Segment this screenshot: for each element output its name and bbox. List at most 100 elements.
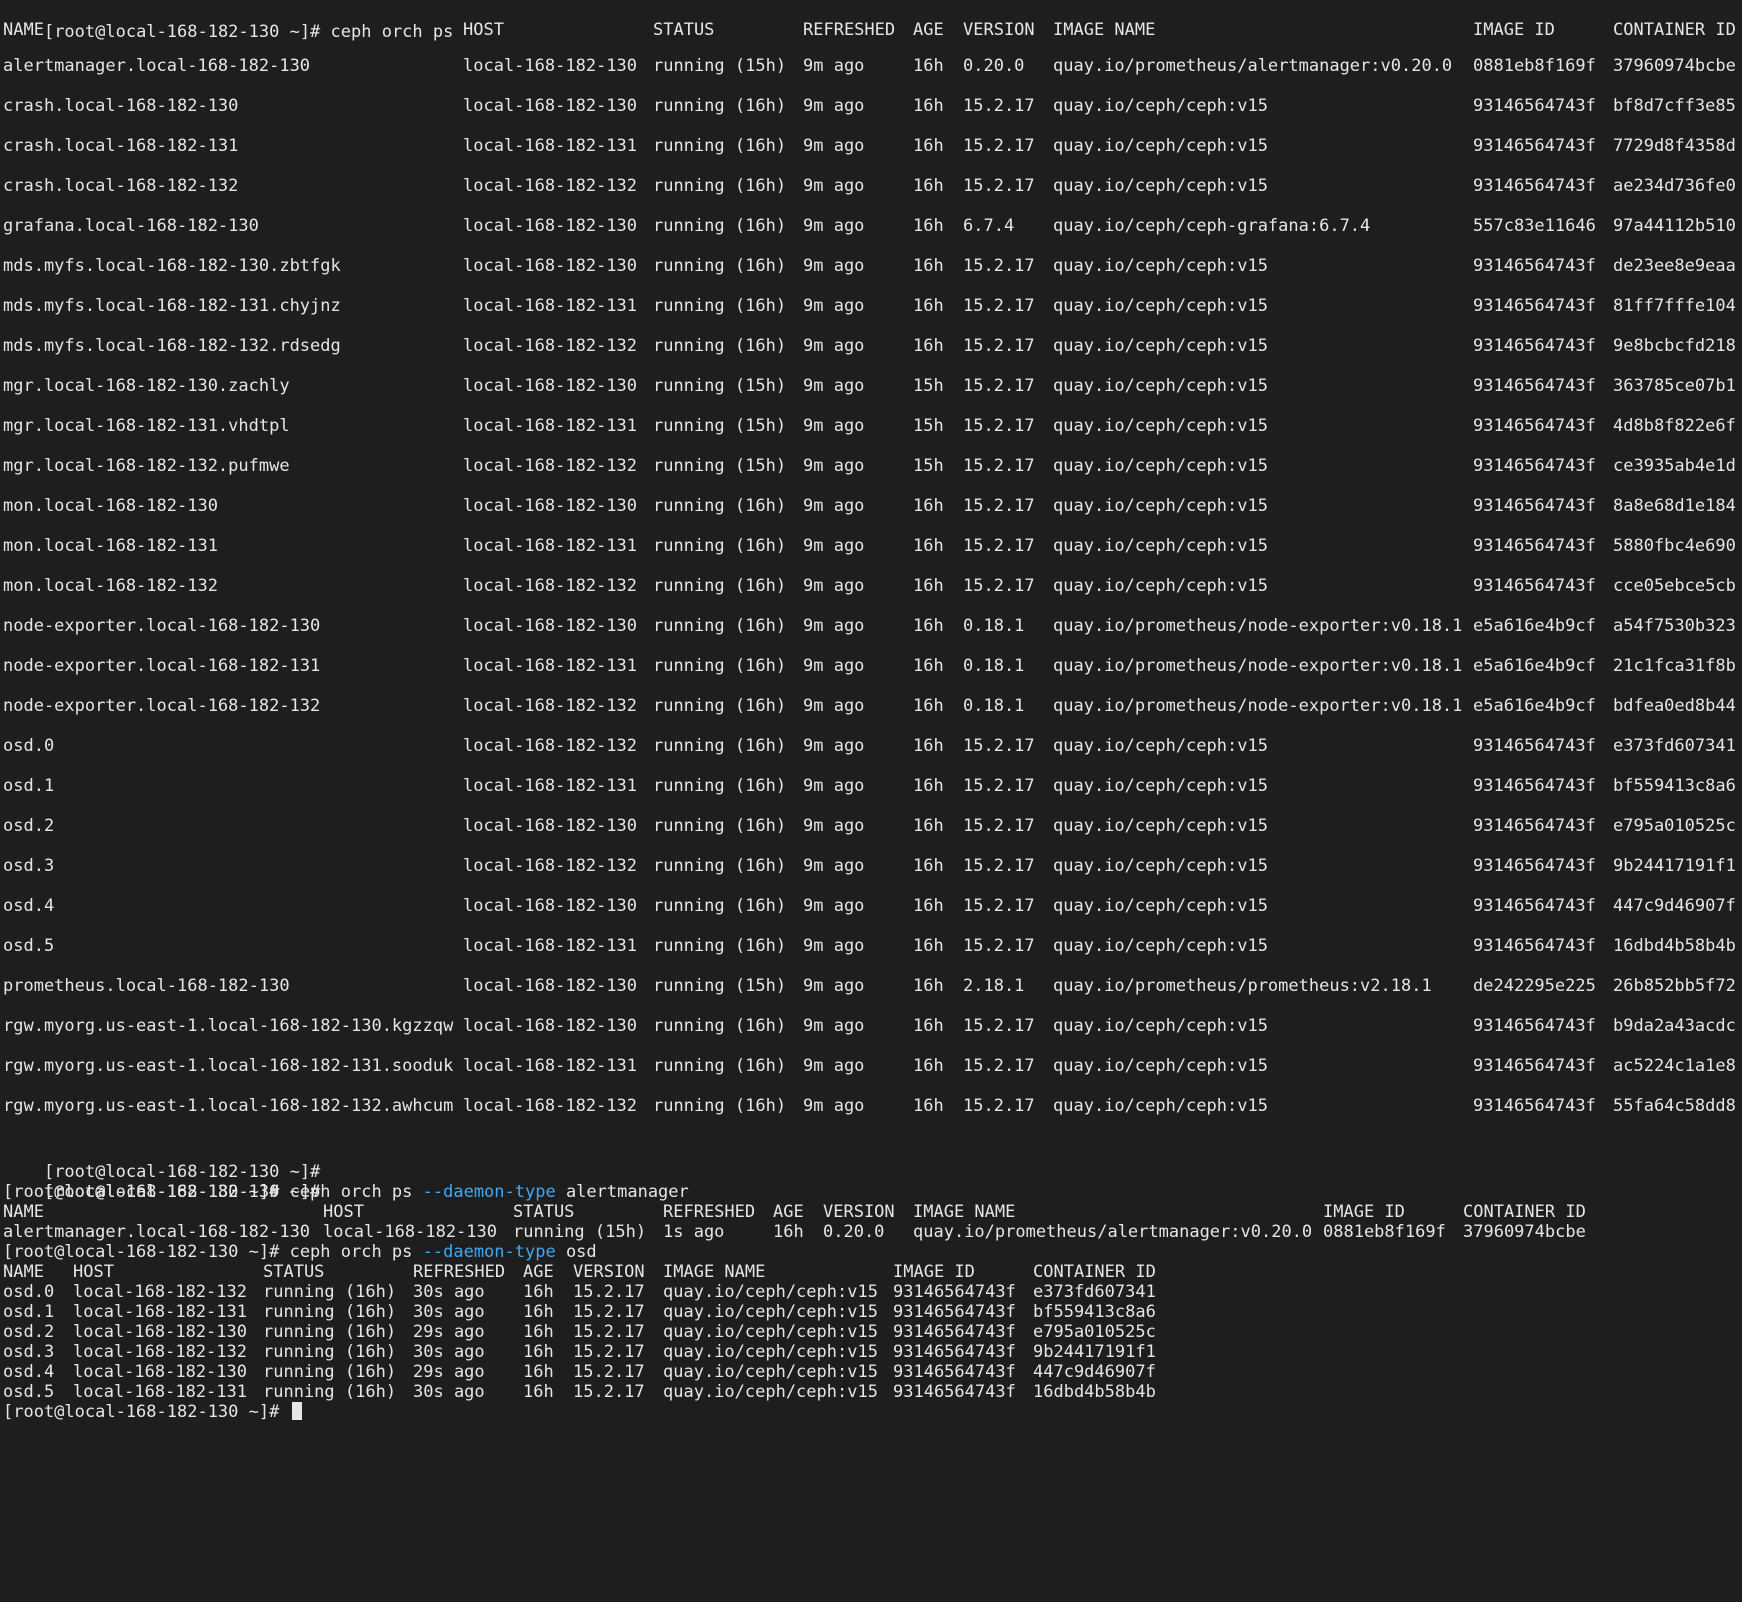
table-row: rgw.myorg.us-east-1.local-168-182-132.aw… [3,1096,1736,1116]
cell-age: 16h [913,216,944,236]
active-prompt-line[interactable]: [root@local-168-182-130 ~]# [3,1402,302,1422]
prompt-line: [root@local-168-182-130 ~]# [3,1162,320,1202]
table-row: osd.5 local-168-182-131 running (16h) 30… [3,1382,1156,1402]
cell-image-name: quay.io/ceph/ceph:v15 [1053,936,1268,956]
table-row: node-exporter.local-168-182-130 local-16… [3,616,1736,636]
cell-age: 16h [913,696,944,716]
cell-age: 16h [913,656,944,676]
cell-container-id: 81ff7fffe104 [1613,296,1736,316]
cell-version: 0.18.1 [963,696,1025,716]
cell-image-id: 93146564743f [1473,256,1596,276]
cell-image-name: quay.io/prometheus/node-exporter:v0.18.1 [1053,656,1463,676]
cell-age: 16h [523,1362,554,1382]
cell-image-name: quay.io/ceph/ceph:v15 [1053,1056,1268,1076]
cell-image-name: quay.io/ceph/ceph:v15 [663,1342,878,1362]
table-row: alertmanager.local-168-182-130 local-168… [3,56,1736,76]
cell-image-name: quay.io/ceph/ceph:v15 [1053,776,1268,796]
cell-image-id: 93146564743f [893,1302,1016,1322]
cell-image-id: de242295e225 [1473,976,1596,996]
table-row: osd.1 local-168-182-131 running (16h) 9m… [3,776,1736,796]
cell-name: node-exporter.local-168-182-132 [3,696,321,716]
cell-age: 16h [913,256,944,276]
terminal-window[interactable]: [root@local-168-182-130 ~]# ceph orch ps… [0,0,1742,1427]
cell-name: node-exporter.local-168-182-130 [3,616,321,636]
cell-refreshed: 9m ago [803,336,865,356]
cell-image-id: 93146564743f [1473,536,1596,556]
cell-image-name: quay.io/ceph/ceph:v15 [1053,176,1268,196]
command-line: [root@local-168-182-130 ~]# ceph orch ps… [3,1242,597,1262]
cell-container-id: bf559413c8a6 [1033,1302,1156,1322]
cell-container-id: e373fd607341 [1033,1282,1156,1302]
cell-name: rgw.myorg.us-east-1.local-168-182-130.kg… [3,1016,454,1036]
cell-image-name: quay.io/ceph/ceph:v15 [1053,856,1268,876]
header-age: AGE [523,1262,554,1282]
cell-age: 16h [913,856,944,876]
cell-name: mds.myfs.local-168-182-130.zbtfgk [3,256,341,276]
cell-host: local-168-182-130 [73,1322,247,1342]
cell-container-id: bdfea0ed8b44 [1613,696,1736,716]
cell-image-name: quay.io/ceph/ceph:v15 [1053,336,1268,356]
cell-image-id: 93146564743f [1473,176,1596,196]
cell-image-id: 93146564743f [893,1362,1016,1382]
cell-status: running (16h) [263,1282,397,1302]
table-row: mgr.local-168-182-132.pufmwe local-168-1… [3,456,1736,476]
cell-host: local-168-182-131 [73,1382,247,1402]
cell-host: local-168-182-132 [463,576,637,596]
cell-age: 15h [913,416,944,436]
cell-age: 16h [913,976,944,996]
cell-name: grafana.local-168-182-130 [3,216,259,236]
cell-container-id: e795a010525c [1613,816,1736,836]
cell-version: 15.2.17 [963,576,1035,596]
cell-image-id: 93146564743f [1473,736,1596,756]
cell-version: 15.2.17 [573,1382,645,1402]
cell-name: mds.myfs.local-168-182-132.rdsedg [3,336,341,356]
header-host: HOST [73,1262,114,1282]
cell-image-id: 0881eb8f169f [1473,56,1596,76]
cell-image-name: quay.io/ceph/ceph:v15 [1053,816,1268,836]
cell-host: local-168-182-131 [463,936,637,956]
cell-image-id: 93146564743f [1473,496,1596,516]
cell-name: mon.local-168-182-130 [3,496,218,516]
cell-status: running (16h) [653,1016,787,1036]
cell-container-id: 447c9d46907f [1033,1362,1156,1382]
text-cursor[interactable] [291,1402,302,1420]
cell-image-id: 93146564743f [1473,576,1596,596]
cell-container-id: 37960974bcbe [1463,1222,1586,1242]
cell-image-id: 0881eb8f169f [1323,1222,1446,1242]
header-image-name: IMAGE NAME [1053,20,1156,40]
cell-age: 16h [913,336,944,356]
cell-status: running (16h) [653,176,787,196]
cell-version: 15.2.17 [963,296,1035,316]
cell-name: osd.1 [3,776,55,796]
cell-status: running (16h) [263,1302,397,1322]
cell-image-name: quay.io/prometheus/node-exporter:v0.18.1 [1053,696,1463,716]
cell-status: running (15h) [653,976,787,996]
table-row: osd.2 local-168-182-130 running (16h) 9m… [3,816,1736,836]
command-text: ceph orch ps [279,1242,423,1262]
cell-image-id: 93146564743f [1473,416,1596,436]
cell-host: local-168-182-132 [463,1096,637,1116]
cell-image-name: quay.io/ceph/ceph:v15 [1053,96,1268,116]
header-status: STATUS [513,1202,575,1222]
cell-image-name: quay.io/ceph/ceph:v15 [1053,416,1268,436]
cell-container-id: 8a8e68d1e184 [1613,496,1736,516]
cell-version: 15.2.17 [963,96,1035,116]
cell-refreshed: 9m ago [803,776,865,796]
cell-image-id: 93146564743f [1473,896,1596,916]
cell-status: running (16h) [653,496,787,516]
cell-status: running (15h) [513,1222,647,1242]
cell-image-name: quay.io/ceph/ceph:v15 [1053,136,1268,156]
cell-name: mgr.local-168-182-132.pufmwe [3,456,290,476]
cell-version: 0.18.1 [963,616,1025,636]
cell-host: local-168-182-132 [463,456,637,476]
cell-refreshed: 9m ago [803,536,865,556]
cell-status: running (16h) [653,856,787,876]
header-name: NAME [3,1202,44,1222]
cell-version: 15.2.17 [573,1302,645,1322]
table-row: mds.myfs.local-168-182-130.zbtfgk local-… [3,256,1736,276]
cell-container-id: 9b24417191f1 [1613,856,1736,876]
cell-refreshed: 9m ago [803,456,865,476]
cell-refreshed: 9m ago [803,256,865,276]
cell-refreshed: 9m ago [803,976,865,996]
cell-image-id: 93146564743f [1473,856,1596,876]
